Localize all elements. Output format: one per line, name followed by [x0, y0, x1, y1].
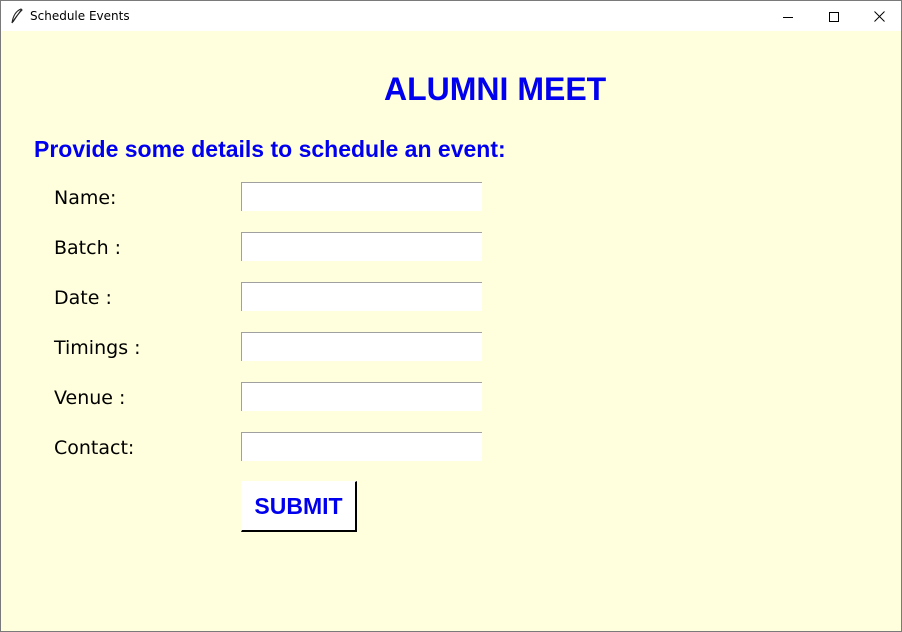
timings-label: Timings : [54, 337, 141, 359]
submit-button[interactable]: SUBMIT [241, 481, 357, 532]
close-icon [873, 7, 885, 26]
feather-icon [10, 8, 24, 24]
form-instructions: Provide some details to schedule an even… [34, 136, 506, 162]
maximize-button[interactable] [811, 1, 857, 31]
minimize-button[interactable] [765, 1, 811, 31]
page-title: ALUMNI MEET [384, 71, 607, 107]
close-button[interactable] [856, 1, 902, 31]
form-area: ALUMNI MEET Provide some details to sche… [1, 31, 901, 631]
batch-input[interactable] [241, 232, 482, 261]
app-window: Schedule Events ALUMNI MEET Provide some… [0, 0, 902, 632]
minimize-icon [783, 7, 793, 26]
date-label: Date : [54, 287, 112, 309]
contact-input[interactable] [241, 432, 482, 461]
title-bar[interactable]: Schedule Events [1, 1, 901, 31]
window-title: Schedule Events [30, 9, 130, 23]
name-label: Name: [54, 187, 117, 209]
timings-input[interactable] [241, 332, 482, 361]
date-input[interactable] [241, 282, 482, 311]
name-input[interactable] [241, 182, 482, 211]
contact-label: Contact: [54, 437, 135, 459]
venue-input[interactable] [241, 382, 482, 411]
maximize-icon [829, 7, 839, 26]
venue-label: Venue : [54, 387, 126, 409]
batch-label: Batch : [54, 237, 122, 259]
